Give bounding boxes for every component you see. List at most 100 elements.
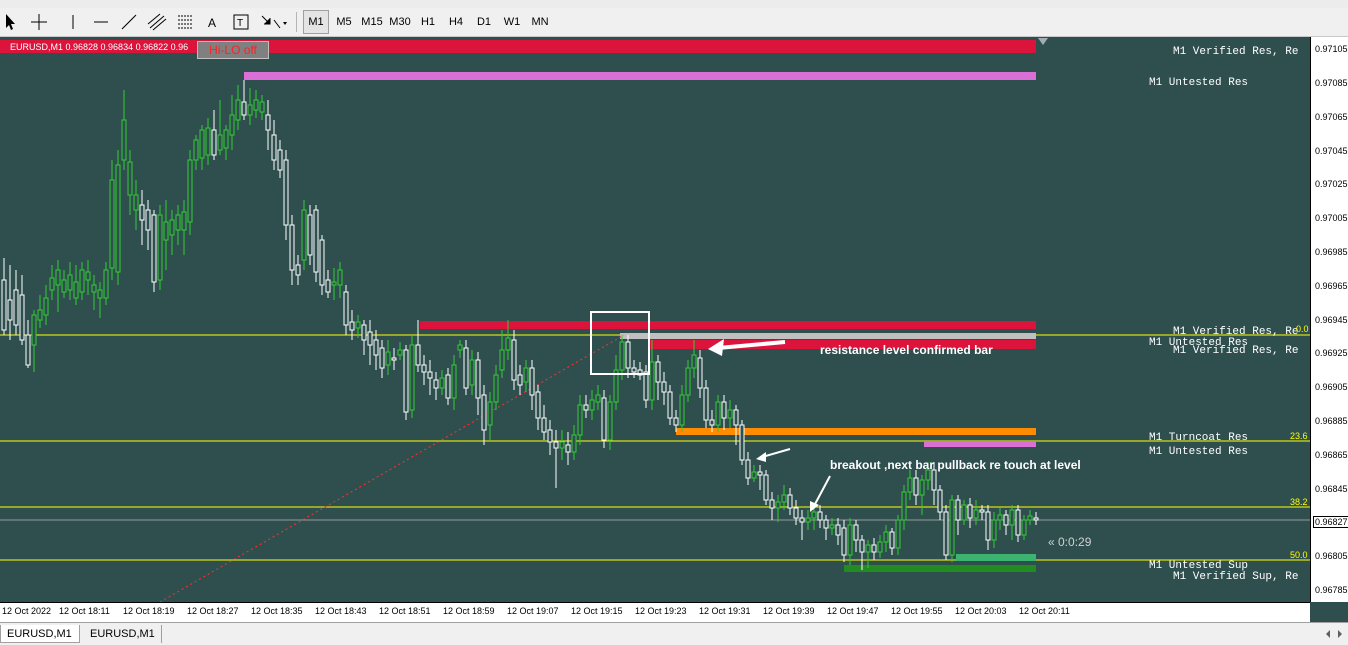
candle-body — [529, 367, 535, 396]
timeframe-m5[interactable]: M5 — [331, 10, 357, 34]
cursor-icon[interactable] — [6, 14, 15, 30]
scroll-arrows-icon[interactable] — [1318, 624, 1348, 644]
candle-body — [625, 341, 631, 369]
candle-body — [301, 209, 307, 261]
candle-body — [835, 524, 841, 536]
timeframe-h4[interactable]: H4 — [443, 10, 469, 34]
candle-body — [661, 381, 667, 393]
candle-body — [277, 149, 283, 171]
timeframe-m30[interactable]: M30 — [387, 10, 413, 34]
price-label: 0.96805 — [1315, 551, 1348, 561]
time-label: 12 Oct 18:51 — [379, 606, 431, 616]
candle-body — [451, 364, 457, 399]
candle-body — [973, 509, 979, 519]
candle-body — [571, 434, 577, 453]
candle-body — [655, 361, 661, 383]
candle-body — [397, 349, 403, 356]
candle-body — [1009, 509, 1015, 526]
candle-body — [289, 224, 295, 271]
price-label: 0.96945 — [1315, 315, 1348, 325]
candle-body — [361, 324, 367, 341]
timeframe-w1[interactable]: W1 — [499, 10, 525, 34]
candle-body — [79, 269, 85, 293]
fib-level-label: 38.2 — [1290, 497, 1308, 507]
chart-tab-eurusd-m1[interactable]: EURUSD,M1 — [0, 625, 80, 643]
crosshair-icon[interactable] — [31, 14, 47, 30]
candle-body — [331, 281, 337, 286]
time-label: 12 Oct 18:43 — [315, 606, 367, 616]
chart-canvas[interactable] — [0, 37, 1310, 602]
candle-body — [1033, 517, 1039, 521]
candle-body — [565, 444, 571, 453]
symbol-info: EURUSD,M1 0.96828 0.96834 0.96822 0.96 — [10, 42, 189, 52]
timeframe-m1[interactable]: M1 — [303, 10, 329, 34]
candle-body — [877, 541, 883, 553]
price-label: 0.97105 — [1315, 44, 1348, 54]
candle-body — [181, 211, 187, 231]
time-label: 12 Oct 18:35 — [251, 606, 303, 616]
time-label: 12 Oct 18:59 — [443, 606, 495, 616]
candle-body — [691, 354, 697, 369]
candle-body — [97, 289, 103, 299]
hilo-toggle-button[interactable]: Hi-LO off — [197, 41, 269, 59]
candle-body — [889, 531, 895, 549]
price-axis[interactable]: 0.97105 0.97085 0.97065 0.97045 0.97025 … — [1310, 37, 1348, 602]
candle-body — [979, 509, 985, 513]
candle-body — [985, 511, 991, 541]
candle-body — [349, 321, 355, 331]
candle-body — [31, 314, 37, 346]
candle-body — [103, 269, 109, 299]
candle-body — [115, 164, 121, 273]
time-label: 12 Oct 19:07 — [507, 606, 559, 616]
candle-body — [589, 399, 595, 411]
trendline-icon[interactable] — [121, 14, 137, 30]
candle-body — [85, 271, 91, 281]
fib-level-label: 50.0 — [1290, 550, 1308, 560]
chart-area[interactable] — [0, 37, 1348, 622]
arrows-icon[interactable] — [261, 15, 287, 29]
resistance-zone — [420, 321, 1036, 329]
timeframe-d1[interactable]: D1 — [471, 10, 497, 34]
text-label-icon[interactable]: T — [233, 14, 249, 30]
time-axis[interactable]: 12 Oct 2022 12 Oct 18:11 12 Oct 18:19 12… — [0, 602, 1310, 623]
chart-tab-eurusd-m1[interactable]: EURUSD,M1 — [84, 625, 162, 643]
candle-body — [1015, 509, 1021, 536]
candle-body — [403, 349, 409, 413]
candle-body — [175, 214, 181, 231]
support-zone — [844, 565, 1036, 572]
text-tool-icon[interactable]: A — [208, 16, 216, 30]
toolbar-separator — [296, 12, 297, 32]
candle-body — [241, 101, 247, 116]
candle-body — [247, 104, 253, 116]
candle-body — [259, 101, 265, 113]
candle-body — [475, 359, 481, 399]
candle-body — [37, 309, 43, 321]
toolbar: A T M1 M5 M15 M30 H1 H4 D1 W1 MN — [0, 0, 1348, 37]
candle-body — [901, 491, 907, 521]
candle-body — [1003, 514, 1009, 526]
timeframe-m15[interactable]: M15 — [359, 10, 385, 34]
fibonacci-icon[interactable] — [178, 15, 192, 29]
candle-body — [715, 401, 721, 426]
candle-body — [127, 161, 133, 196]
candle-body — [433, 379, 439, 389]
candle-body — [793, 507, 799, 519]
candle-body — [895, 519, 901, 549]
zone-label-verified-res: M1 Verified Res, Re — [1173, 46, 1299, 58]
time-label: 12 Oct 19:23 — [635, 606, 687, 616]
candle-body — [7, 299, 13, 321]
timeframe-h1[interactable]: H1 — [415, 10, 441, 34]
candle-body — [967, 504, 973, 519]
candle-body — [1027, 515, 1033, 521]
candle-body — [157, 214, 163, 281]
candle-body — [817, 511, 823, 521]
candle-body — [145, 209, 151, 231]
candle-body — [151, 214, 157, 283]
candle-body — [787, 494, 793, 509]
channel-icon[interactable] — [147, 13, 167, 31]
candle-body — [673, 417, 679, 426]
zone-label-untested-res: M1 Untested Res — [1149, 446, 1249, 458]
timeframe-mn[interactable]: MN — [527, 10, 553, 34]
candle-body — [811, 511, 817, 519]
zone-label-turncoat-res: M1 Turncoat Res — [1149, 432, 1249, 444]
